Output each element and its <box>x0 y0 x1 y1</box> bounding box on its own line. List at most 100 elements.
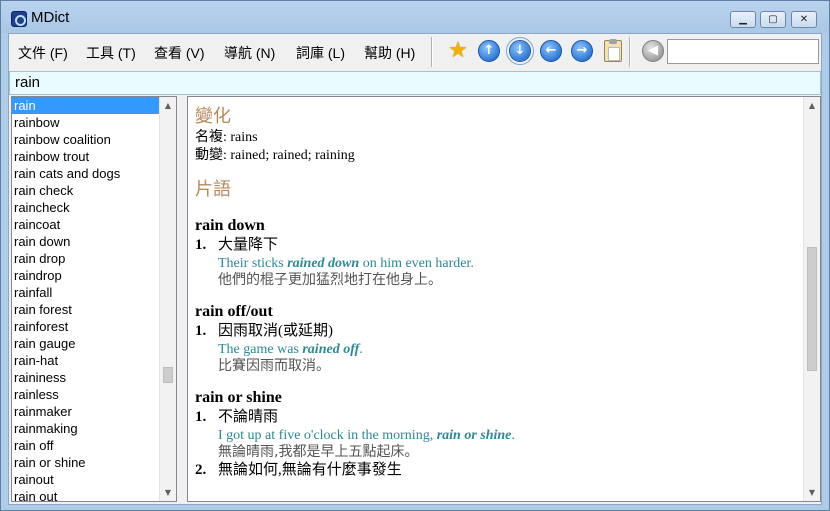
example-highlight: rain or shine <box>436 428 512 443</box>
word-list-item[interactable]: raindrop <box>12 267 160 284</box>
toolbar-search-input[interactable] <box>667 39 819 64</box>
word-list-item[interactable]: rainmaking <box>12 420 160 437</box>
star-icon[interactable]: ★ <box>447 40 469 62</box>
phrases-heading: 片語 <box>195 179 231 200</box>
scroll-down-icon[interactable]: ▼ <box>160 484 176 501</box>
word-list-item[interactable]: raininess <box>12 369 160 386</box>
scroll-up-icon[interactable]: ▲ <box>160 97 176 114</box>
sense-number: 1. <box>195 409 207 425</box>
dictionary-entry: 變化 名複: rains 動變: rained; rained; raining… <box>195 105 795 480</box>
word-list-item[interactable]: raincoat <box>12 216 160 233</box>
word-list-item[interactable]: rainmaker <box>12 403 160 420</box>
word-list-item[interactable]: raincheck <box>12 199 160 216</box>
example-highlight: rained down <box>287 256 360 271</box>
example-text: I got up at five o'clock in the morning, <box>218 428 437 443</box>
menu-view[interactable]: 查看 (V) <box>154 43 205 63</box>
phrase-heading: rain down <box>195 217 265 234</box>
close-icon: ✕ <box>799 14 809 25</box>
scroll-thumb[interactable] <box>163 367 173 383</box>
phrase-heading: rain off/out <box>195 303 273 320</box>
word-list-item[interactable]: rain-hat <box>12 352 160 369</box>
speaker-icon[interactable]: ◀ <box>642 40 664 62</box>
menu-tools[interactable]: 工具 (T) <box>86 43 136 63</box>
example-text: . <box>511 428 515 443</box>
example-english: The game was rained off. <box>218 341 795 358</box>
definition-pane[interactable]: 變化 名複: rains 動變: rained; rained; raining… <box>187 96 821 502</box>
example-text: The game was <box>218 342 303 357</box>
clipboard-icon[interactable] <box>604 39 622 62</box>
word-list-item[interactable]: rain off <box>12 437 160 454</box>
mdict-logo-icon <box>11 11 27 27</box>
menu-file[interactable]: 文件 (F) <box>18 43 68 63</box>
forward-icon[interactable]: → <box>571 40 593 62</box>
window-title: MDict <box>31 9 70 26</box>
word-list-item[interactable]: rain cats and dogs <box>12 165 160 182</box>
phrase-heading: rain or shine <box>195 389 282 406</box>
phrase-list: rain down 1. 大量降下 Their sticks rained down … <box>195 202 795 480</box>
example-chinese: 無論晴雨,我都是早上五點起床。 <box>218 444 419 460</box>
word-list-item[interactable]: rain out <box>12 488 160 501</box>
word-list-item[interactable]: rainless <box>12 386 160 403</box>
title-bar[interactable]: MDict ▁ ▢ ✕ <box>1 1 829 33</box>
sense: 1. 大量降下 <box>195 236 795 255</box>
scroll-up-icon[interactable]: ▲ <box>804 97 820 114</box>
maximize-button[interactable]: ▢ <box>760 11 786 28</box>
scroll-thumb[interactable] <box>807 247 817 371</box>
word-list-item[interactable]: rainbow trout <box>12 148 160 165</box>
sense: 1. 因雨取消(或延期) <box>195 322 795 341</box>
app-window: MDict ▁ ▢ ✕ 文件 (F) 工具 (T) 查看 (V) 導航 (N) … <box>0 0 830 511</box>
example-chinese: 他們的棍子更加猛烈地打在他身上。 <box>218 272 442 288</box>
sense-definition: 因雨取消(或延期) <box>218 323 333 339</box>
word-list-item[interactable]: rain <box>12 97 160 114</box>
maximize-icon: ▢ <box>768 14 778 25</box>
word-list-item[interactable]: rain drop <box>12 250 160 267</box>
word-list-item[interactable]: rainfall <box>12 284 160 301</box>
word-list-items: rain rainbow rainbow coalition rainbow trou… <box>12 97 160 501</box>
example-english: I got up at five o'clock in the morning,… <box>218 427 795 444</box>
word-list-item[interactable]: rainforest <box>12 318 160 335</box>
menu-navigate[interactable]: 導航 (N) <box>224 43 275 63</box>
word-list-item[interactable]: rain forest <box>12 301 160 318</box>
word-list-item[interactable]: rainout <box>12 471 160 488</box>
toolbar-separator <box>629 37 631 67</box>
word-list-item[interactable]: rainbow coalition <box>12 131 160 148</box>
word-list-item[interactable]: rain or shine <box>12 454 160 471</box>
example-chinese: 比賽因雨而取消。 <box>218 358 330 374</box>
word-list[interactable]: rain rainbow rainbow coalition rainbow trou… <box>11 96 177 502</box>
definition-scrollbar[interactable]: ▲ ▼ <box>803 97 820 501</box>
sense-definition: 大量降下 <box>218 237 279 253</box>
example-highlight: rained off <box>302 342 360 357</box>
forms-heading: 變化 <box>195 106 231 127</box>
word-list-scrollbar[interactable]: ▲ ▼ <box>159 97 176 501</box>
form-line: 動變: rained; rained; raining <box>195 148 355 163</box>
arrow-up-icon[interactable]: ↑ <box>478 40 500 62</box>
arrow-down-icon[interactable]: ↓ <box>506 37 534 65</box>
toolbar-separator <box>431 37 433 67</box>
minimize-button[interactable]: ▁ <box>730 11 756 28</box>
sense-number: 2. <box>195 462 207 478</box>
sense-definition: 無論如何,無論有什麼事發生 <box>218 462 402 478</box>
word-list-item[interactable]: rain down <box>12 233 160 250</box>
example-text: Their sticks <box>218 256 288 271</box>
word-list-item[interactable]: rainbow <box>12 114 160 131</box>
sense-number: 1. <box>195 323 207 339</box>
word-list-item[interactable]: rain gauge <box>12 335 160 352</box>
minimize-icon: ▁ <box>739 14 747 25</box>
query-input[interactable]: rain <box>9 71 821 95</box>
form-line: 名複: rains <box>195 130 258 145</box>
pane-splitter[interactable] <box>179 96 185 502</box>
sense-definition: 不論晴雨 <box>218 409 279 425</box>
scroll-down-icon[interactable]: ▼ <box>804 484 820 501</box>
word-list-item[interactable]: rain check <box>12 182 160 199</box>
sense: 2. 無論如何,無論有什麼事發生 <box>195 461 795 480</box>
back-icon[interactable]: ← <box>540 40 562 62</box>
close-button[interactable]: ✕ <box>791 11 817 28</box>
menu-toolbar: 文件 (F) 工具 (T) 查看 (V) 導航 (N) 詞庫 (L) 幫助 (H… <box>9 34 821 70</box>
example-text: on him even harder. <box>359 256 474 271</box>
main-client-area: 文件 (F) 工具 (T) 查看 (V) 導航 (N) 詞庫 (L) 幫助 (H… <box>8 33 822 505</box>
menu-help[interactable]: 幫助 (H) <box>364 43 415 63</box>
example-english: Their sticks rained down on him even har… <box>218 255 795 272</box>
query-text: rain <box>15 74 41 91</box>
sense-number: 1. <box>195 237 207 253</box>
menu-library[interactable]: 詞庫 (L) <box>296 43 345 63</box>
